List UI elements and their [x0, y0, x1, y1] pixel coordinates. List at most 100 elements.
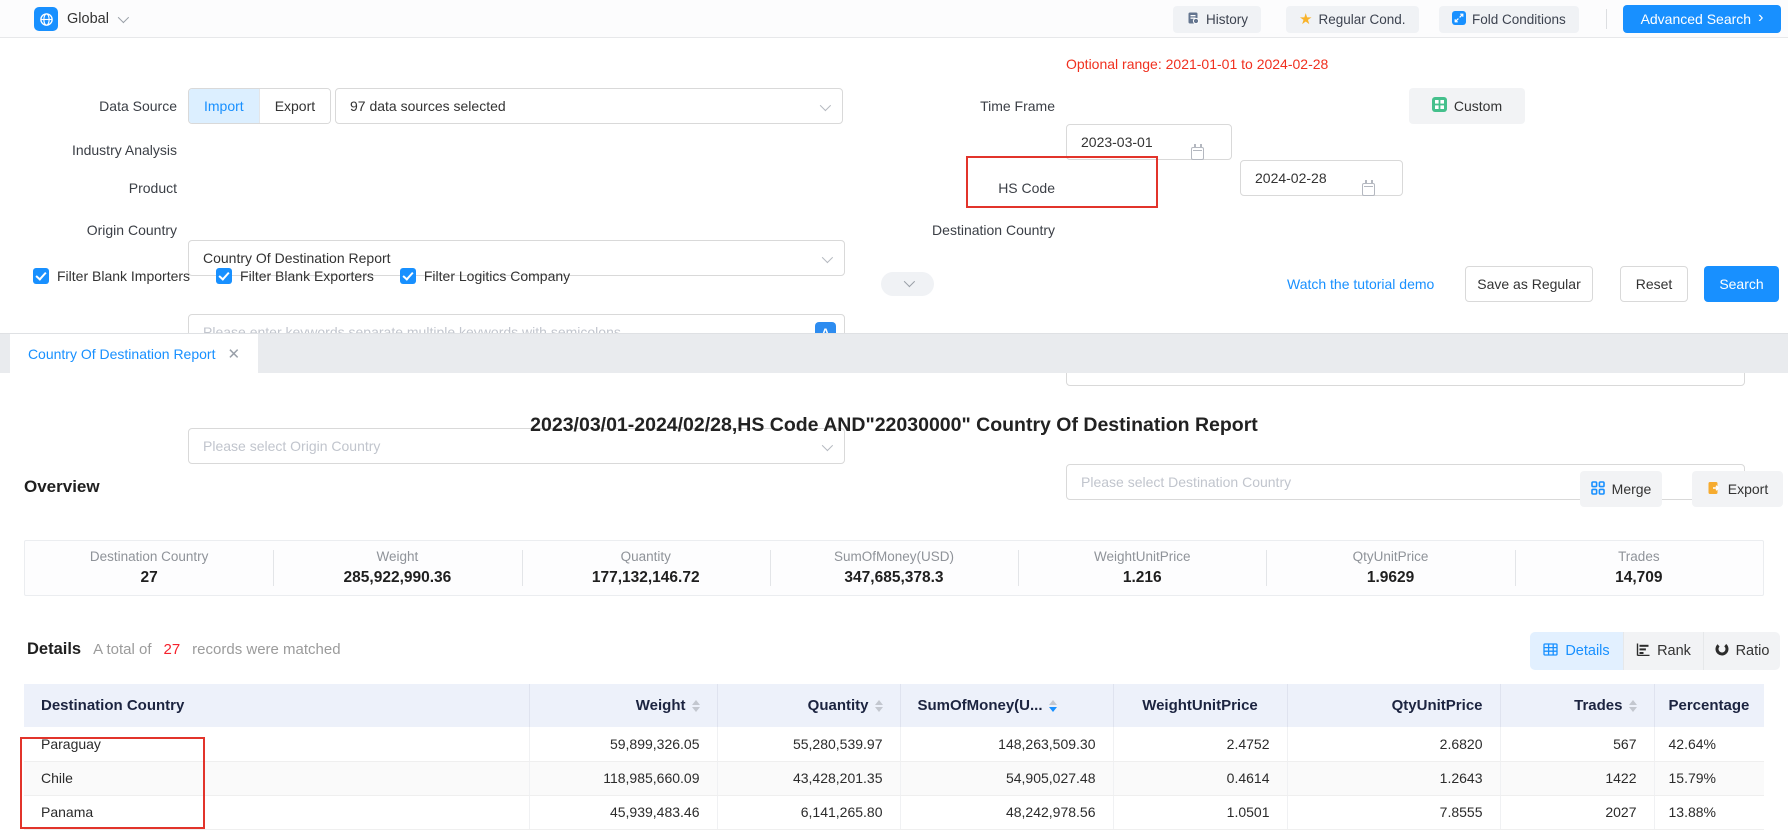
fold-conditions-button[interactable]: Fold Conditions [1439, 6, 1579, 33]
checkbox-label: Filter Blank Importers [57, 268, 190, 284]
stat-trades: Trades 14,709 [1515, 541, 1763, 595]
export-toggle[interactable]: Export [259, 89, 330, 123]
stat-label: SumOfMoney(USD) [834, 549, 954, 564]
search-button[interactable]: Search [1704, 266, 1779, 302]
cell-sum: 148,263,509.30 [900, 727, 1113, 761]
view-rank-button[interactable]: Rank [1623, 632, 1703, 670]
advanced-search-label: Advanced Search [1641, 11, 1752, 27]
custom-label: Custom [1454, 98, 1502, 114]
import-toggle[interactable]: Import [189, 89, 259, 123]
stat-weight: Weight 285,922,990.36 [273, 541, 521, 595]
origin-country-placeholder: Please select Origin Country [203, 438, 380, 454]
rank-icon [1636, 643, 1650, 660]
date-end-field[interactable] [1240, 160, 1403, 196]
column-label: SumOfMoney(U... [918, 697, 1043, 714]
stat-weight-unit-price: WeightUnitPrice 1.216 [1018, 541, 1266, 595]
checkbox-label: Filter Logitics Company [424, 268, 570, 284]
close-icon[interactable] [227, 347, 240, 362]
stat-label: QtyUnitPrice [1353, 549, 1429, 564]
details-total-prefix: A total of [93, 641, 151, 658]
region-label: Global [67, 11, 109, 27]
history-button[interactable]: History [1173, 6, 1261, 33]
stat-value: 27 [141, 569, 158, 587]
details-total-suffix: records were matched [192, 641, 340, 658]
view-label: Ratio [1736, 643, 1770, 659]
filter-blank-exporters-checkbox[interactable]: Filter Blank Exporters [216, 268, 374, 284]
data-sources-select[interactable]: 97 data sources selected [335, 88, 843, 124]
view-details-button[interactable]: Details [1530, 632, 1623, 670]
calendar-icon [1191, 147, 1204, 160]
checkbox-checked-icon [33, 268, 49, 284]
chevron-down-icon [822, 440, 833, 451]
cell-qup: 2.6820 [1287, 727, 1500, 761]
export-button[interactable]: Export [1692, 471, 1783, 507]
cell-weight: 59,899,326.05 [529, 727, 717, 761]
checkbox-checked-icon [216, 268, 232, 284]
cell-wup: 2.4752 [1113, 727, 1287, 761]
destination-country-placeholder: Please select Destination Country [1081, 474, 1291, 490]
date-start-input[interactable] [1081, 125, 1204, 159]
topbar: Global History Regular Cond. Fold Condit… [0, 0, 1788, 38]
stat-destination-country: Destination Country 27 [25, 541, 273, 595]
col-qty-unit-price: QtyUnitPrice [1287, 684, 1500, 727]
col-weight-unit-price: WeightUnitPrice [1113, 684, 1287, 727]
search-form: Optional range: 2021-01-01 to 2024-02-28… [0, 0, 1788, 288]
col-quantity[interactable]: Quantity [717, 684, 900, 727]
tab-country-of-destination-report[interactable]: Country Of Destination Report [10, 334, 258, 374]
date-end-input[interactable] [1255, 161, 1375, 195]
save-as-regular-button[interactable]: Save as Regular [1465, 266, 1593, 302]
sort-desc-active-icon[interactable] [1049, 700, 1057, 712]
view-ratio-button[interactable]: Ratio [1703, 632, 1780, 670]
table-row[interactable]: Paraguay 59,899,326.05 55,280,539.97 148… [24, 727, 1764, 761]
origin-country-label: Origin Country [12, 222, 177, 238]
cell-wup: 1.0501 [1113, 795, 1287, 829]
collapse-form-button[interactable] [881, 272, 934, 296]
filter-logitics-company-checkbox[interactable]: Filter Logitics Company [400, 268, 570, 284]
column-label: Percentage [1669, 697, 1750, 714]
col-sum-of-money[interactable]: SumOfMoney(U... [900, 684, 1113, 727]
sort-icon[interactable] [1629, 700, 1637, 712]
cell-quantity: 55,280,539.97 [717, 727, 900, 761]
sort-icon[interactable] [875, 700, 883, 712]
table-row[interactable]: Chile 118,985,660.09 43,428,201.35 54,90… [24, 761, 1764, 795]
tutorial-link[interactable]: Watch the tutorial demo [1287, 276, 1434, 292]
view-label: Rank [1657, 643, 1691, 659]
table-row[interactable]: Panama 45,939,483.46 6,141,265.80 48,242… [24, 795, 1764, 829]
merge-button[interactable]: Merge [1580, 471, 1662, 507]
merge-icon [1591, 481, 1605, 498]
details-total-count: 27 [163, 641, 180, 658]
date-start-field[interactable] [1066, 124, 1232, 160]
stat-qty-unit-price: QtyUnitPrice 1.9629 [1266, 541, 1514, 595]
details-head: Details A total of 27 records were match… [27, 640, 341, 659]
cell-country: Panama [24, 795, 529, 829]
cell-quantity: 43,428,201.35 [717, 761, 900, 795]
reset-button[interactable]: Reset [1620, 266, 1688, 302]
column-label: QtyUnitPrice [1392, 697, 1483, 714]
data-source-toggle: Import Export [188, 88, 331, 124]
view-switcher: Details Rank Ratio [1530, 632, 1780, 670]
custom-button[interactable]: Custom [1409, 88, 1525, 124]
chevron-down-icon [820, 100, 831, 111]
advanced-search-button[interactable]: Advanced Search [1623, 5, 1781, 33]
destination-country-label: Destination Country [920, 222, 1055, 238]
cell-quantity: 6,141,265.80 [717, 795, 900, 829]
stat-quantity: Quantity 177,132,146.72 [522, 541, 770, 595]
sort-icon[interactable] [692, 700, 700, 712]
chevron-down-icon [903, 275, 914, 286]
region-selector[interactable]: Global [34, 7, 126, 31]
col-weight[interactable]: Weight [529, 684, 717, 727]
history-label: History [1206, 12, 1248, 27]
filter-checkbox-group: Filter Blank Importers Filter Blank Expo… [33, 268, 570, 284]
time-frame-label: Time Frame [920, 98, 1055, 114]
checkbox-label: Filter Blank Exporters [240, 268, 374, 284]
filter-blank-importers-checkbox[interactable]: Filter Blank Importers [33, 268, 190, 284]
regular-cond-label: Regular Cond. [1318, 12, 1405, 27]
stat-label: Quantity [621, 549, 671, 564]
cell-pct: 13.88% [1654, 795, 1764, 829]
col-trades[interactable]: Trades [1500, 684, 1654, 727]
column-label: Quantity [808, 697, 869, 714]
tab-label: Country Of Destination Report [28, 346, 216, 362]
cell-sum: 48,242,978.56 [900, 795, 1113, 829]
regular-cond-button[interactable]: Regular Cond. [1286, 6, 1419, 33]
star-icon [1299, 12, 1312, 27]
